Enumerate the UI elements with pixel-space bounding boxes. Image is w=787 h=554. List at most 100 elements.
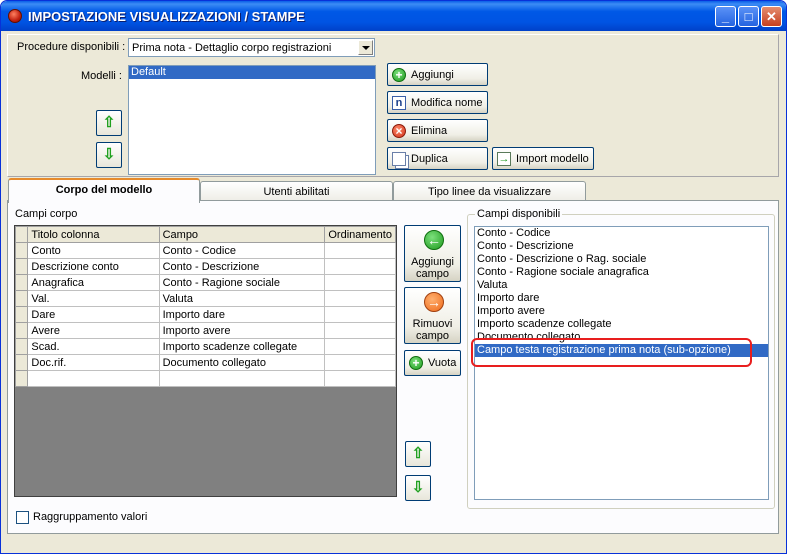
window-title: IMPOSTAZIONE VISUALIZZAZIONI / STAMPE (28, 9, 305, 24)
fields-label: Campi corpo (15, 208, 78, 220)
row-header[interactable] (15, 354, 29, 371)
cell-field[interactable]: Documento collegato (158, 354, 326, 371)
tab-corpo-modello[interactable]: Corpo del modello (8, 178, 200, 203)
plus-icon: + (392, 68, 406, 82)
list-item[interactable]: Valuta (475, 279, 768, 292)
arrow-down-icon: ⇩ (411, 479, 425, 496)
title-bar[interactable]: IMPOSTAZIONE VISUALIZZAZIONI / STAMPE _ … (1, 1, 786, 31)
field-move-up-button[interactable]: ⇧ (405, 441, 431, 467)
column-header-order[interactable]: Ordinamento (324, 226, 396, 243)
column-header-field[interactable]: Campo (158, 226, 326, 243)
models-list[interactable]: Default (128, 65, 376, 175)
list-item[interactable]: Conto - Codice (475, 227, 768, 240)
cell-order[interactable] (324, 242, 396, 259)
cell-order[interactable] (324, 306, 396, 323)
model-item-default[interactable]: Default (129, 66, 375, 79)
grouping-checkbox-label[interactable]: Raggruppamento valori (33, 511, 147, 523)
table-row[interactable]: Scad. Importo scadenze collegate (15, 338, 396, 355)
maximize-button[interactable]: □ (738, 6, 759, 27)
available-fields-list[interactable]: Conto - Codice Conto - Descrizione Conto… (474, 226, 769, 500)
model-move-down-button[interactable]: ⇩ (96, 142, 122, 168)
table-row[interactable]: Doc.rif. Documento collegato (15, 354, 396, 371)
list-item[interactable]: Conto - Descrizione (475, 240, 768, 253)
cell-title[interactable]: Descrizione conto (27, 258, 160, 275)
cell-field[interactable]: Conto - Ragione sociale (158, 274, 326, 291)
delete-icon: × (392, 124, 406, 138)
row-header[interactable] (15, 242, 29, 259)
arrow-up-icon: ⇧ (102, 114, 116, 131)
row-header[interactable] (15, 322, 29, 339)
table-row[interactable]: Dare Importo dare (15, 306, 396, 323)
table-row[interactable]: Anagrafica Conto - Ragione sociale (15, 274, 396, 291)
list-item[interactable]: Importo avere (475, 305, 768, 318)
table-row[interactable]: Val. Valuta (15, 290, 396, 307)
cell-order[interactable] (324, 258, 396, 275)
cell-field[interactable]: Valuta (158, 290, 326, 307)
add-model-button[interactable]: + Aggiungi (387, 63, 488, 86)
row-header[interactable] (15, 258, 29, 275)
import-model-label: Import modello (516, 153, 589, 165)
cell-field[interactable] (158, 370, 326, 387)
field-move-down-button[interactable]: ⇩ (405, 475, 431, 501)
cell-order[interactable] (324, 370, 396, 387)
grouping-checkbox[interactable] (16, 511, 29, 524)
model-move-up-button[interactable]: ⇧ (96, 110, 122, 136)
add-field-button[interactable]: ← Aggiungi campo (404, 225, 461, 282)
duplicate-model-button[interactable]: Duplica (387, 147, 488, 170)
clear-fields-label: Vuota (428, 357, 457, 369)
cell-field[interactable]: Conto - Codice (158, 242, 326, 259)
cell-field[interactable]: Conto - Descrizione (158, 258, 326, 275)
cell-title[interactable]: Doc.rif. (27, 354, 160, 371)
list-item[interactable]: Conto - Ragione sociale anagrafica (475, 266, 768, 279)
list-item-selected[interactable]: Campo testa registrazione prima nota (su… (475, 344, 768, 357)
table-row-new[interactable] (15, 370, 396, 387)
column-header-title[interactable]: Titolo colonna (27, 226, 160, 243)
clear-fields-button[interactable]: + Vuota (404, 350, 461, 376)
cell-order[interactable] (324, 290, 396, 307)
table-row[interactable]: Descrizione conto Conto - Descrizione (15, 258, 396, 275)
row-header[interactable] (15, 306, 29, 323)
cell-order[interactable] (324, 322, 396, 339)
table-row[interactable]: Avere Importo avere (15, 322, 396, 339)
table-row[interactable]: Conto Conto - Codice (15, 242, 396, 259)
list-item[interactable]: Conto - Descrizione o Rag. sociale (475, 253, 768, 266)
row-header[interactable] (15, 370, 29, 387)
cell-order[interactable] (324, 354, 396, 371)
cell-title[interactable]: Anagrafica (27, 274, 160, 291)
duplicate-model-label: Duplica (411, 153, 448, 165)
available-fields-label: Campi disponibili (475, 208, 563, 220)
cell-order[interactable] (324, 274, 396, 291)
remove-field-label-line1: Rimuovi (412, 318, 453, 330)
cell-title[interactable]: Val. (27, 290, 160, 307)
row-header[interactable] (15, 290, 29, 307)
rename-model-button[interactable]: n Modifica nome (387, 91, 488, 114)
import-model-button[interactable]: → Import modello (492, 147, 594, 170)
body-fields-grid[interactable]: Titolo colonna Campo Ordinamento Conto Co… (14, 225, 397, 497)
remove-field-label-line2: campo (415, 330, 450, 342)
minimize-button[interactable]: _ (715, 6, 736, 27)
list-item[interactable]: Documento collegato (475, 331, 768, 344)
remove-field-button[interactable]: → Rimuovi campo (404, 287, 461, 344)
list-item[interactable]: Importo dare (475, 292, 768, 305)
cell-title[interactable]: Avere (27, 322, 160, 339)
cell-title[interactable]: Conto (27, 242, 160, 259)
row-header[interactable] (15, 338, 29, 355)
close-button[interactable]: ✕ (761, 6, 782, 27)
cell-title[interactable]: Scad. (27, 338, 160, 355)
delete-model-label: Elimina (411, 125, 448, 137)
main-window: IMPOSTAZIONE VISUALIZZAZIONI / STAMPE _ … (0, 0, 787, 554)
chevron-down-icon[interactable] (358, 40, 373, 55)
cell-order[interactable] (324, 338, 396, 355)
delete-model-button[interactable]: × Elimina (387, 119, 488, 142)
cell-field[interactable]: Importo dare (158, 306, 326, 323)
list-item[interactable]: Importo scadenze collegate (475, 318, 768, 331)
plus-icon: + (409, 356, 423, 370)
cell-title[interactable] (27, 370, 160, 387)
procedure-select[interactable]: Prima nota - Dettaglio corpo registrazio… (128, 38, 375, 57)
row-header[interactable] (15, 274, 29, 291)
models-label: Modelli : (81, 70, 122, 82)
cell-field[interactable]: Importo scadenze collegate (158, 338, 326, 355)
procedure-select-value: Prima nota - Dettaglio corpo registrazio… (132, 42, 332, 54)
cell-title[interactable]: Dare (27, 306, 160, 323)
cell-field[interactable]: Importo avere (158, 322, 326, 339)
